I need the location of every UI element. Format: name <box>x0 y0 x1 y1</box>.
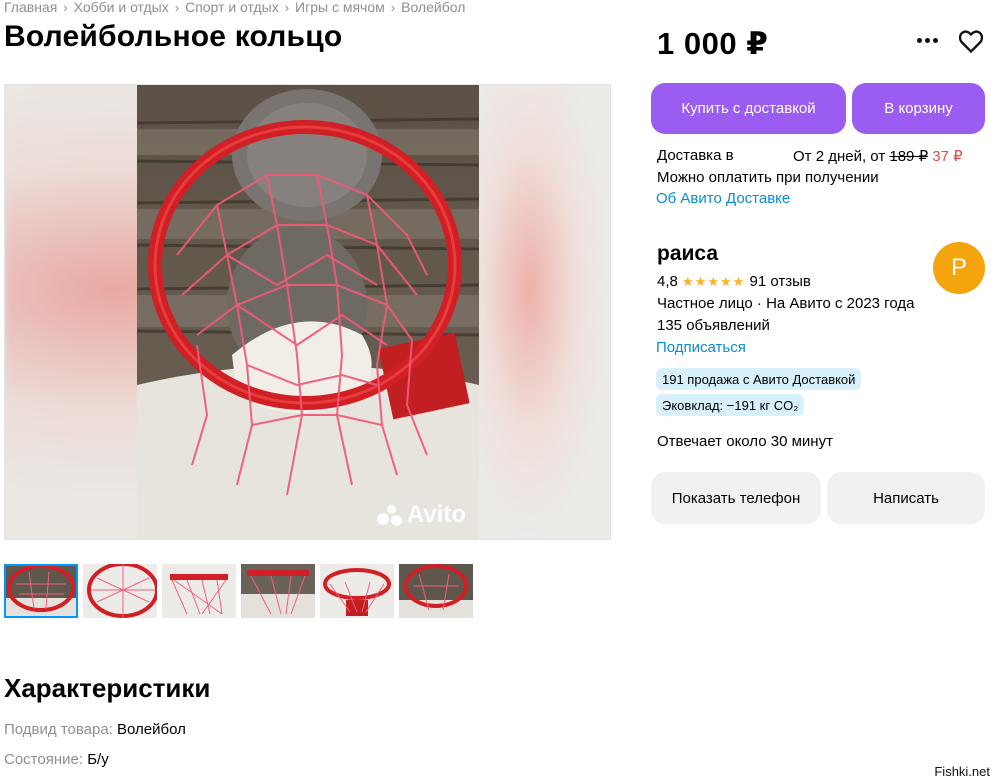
spec-value: Волейбол <box>117 721 186 738</box>
product-photo <box>137 85 479 539</box>
thumbnail-4[interactable] <box>241 564 315 618</box>
thumbnail-5[interactable] <box>320 564 394 618</box>
delivery-term-text: От 2 дней, от <box>793 148 886 165</box>
seller-type: Частное лицо · На Авито с 2023 года <box>657 295 915 312</box>
write-message-button[interactable]: Написать <box>827 472 985 524</box>
add-to-cart-button[interactable]: В корзину <box>852 83 985 134</box>
subscribe-link[interactable]: Подписаться <box>656 339 746 356</box>
delivery-label: Доставка в <box>657 147 734 164</box>
thumbnail-3[interactable] <box>162 564 236 618</box>
breadcrumb-sport[interactable]: Спорт и отдых <box>185 0 279 15</box>
breadcrumb-volleyball[interactable]: Волейбол <box>401 0 465 15</box>
avito-logo-icon <box>376 505 403 526</box>
buy-with-delivery-button[interactable]: Купить с доставкой <box>651 83 846 134</box>
about-delivery-link[interactable]: Об Авито Доставке <box>656 190 790 207</box>
breadcrumb-home[interactable]: Главная <box>4 0 57 15</box>
avito-watermark: Avito <box>376 501 466 529</box>
watermark-text: Avito <box>406 501 466 528</box>
reviews-count: 91 отзыв <box>749 273 811 290</box>
delivery-old-price: 189 ₽ <box>889 148 929 165</box>
page-title: Волейбольное кольцо <box>4 20 343 53</box>
heart-icon[interactable] <box>957 27 985 55</box>
rating-value: 4,8 <box>657 273 678 290</box>
thumbnail-2[interactable] <box>83 564 157 618</box>
seller-listings[interactable]: 135 объявлений <box>657 317 770 334</box>
response-time: Отвечает около 30 минут <box>657 433 833 450</box>
spec-row-subtype: Подвид товара: Волейбол <box>4 721 186 738</box>
breadcrumb-ball-games[interactable]: Игры с мячом <box>295 0 385 15</box>
characteristics-title: Характеристики <box>4 673 211 703</box>
gallery-blur-background-right <box>476 85 610 539</box>
breadcrumb: Главная › Хобби и отдых › Спорт и отдых … <box>4 0 465 16</box>
chevron-right-icon: › <box>390 0 396 15</box>
delivery-sales-badge: 191 продажа с Авито Доставкой <box>656 368 862 390</box>
price: 1 000 ₽ <box>657 26 769 61</box>
spec-row-condition: Состояние: Б/у <box>4 751 109 768</box>
thumbnail-6[interactable] <box>399 564 473 618</box>
breadcrumb-hobby[interactable]: Хобби и отдых <box>74 0 169 15</box>
thumbnail-strip <box>4 564 473 618</box>
avatar[interactable]: Р <box>933 242 985 294</box>
payment-note: Можно оплатить при получении <box>657 169 879 186</box>
spec-key: Состояние: <box>4 751 84 768</box>
eco-badge: Эковклад: −191 кг CO₂ <box>656 394 805 416</box>
source-watermark: Fishki.net <box>934 764 990 779</box>
seller-name[interactable]: раиса <box>657 242 718 266</box>
chevron-right-icon: › <box>284 0 290 15</box>
delivery-new-price: 37 ₽ <box>932 148 963 165</box>
star-icon: ★★★★★ <box>682 274 746 289</box>
delivery-term: От 2 дней, от 189 ₽ 37 ₽ <box>793 147 963 165</box>
thumbnail-1[interactable] <box>4 564 78 618</box>
gallery-main-image[interactable]: Avito <box>4 84 611 540</box>
chevron-right-icon: › <box>63 0 68 15</box>
chevron-right-icon: › <box>174 0 180 15</box>
spec-key: Подвид товара: <box>4 721 113 738</box>
more-options-icon[interactable] <box>912 26 942 54</box>
spec-value: Б/у <box>87 751 109 768</box>
show-phone-button[interactable]: Показать телефон <box>651 472 821 524</box>
seller-rating[interactable]: 4,8 ★★★★★ 91 отзыв <box>657 273 811 290</box>
